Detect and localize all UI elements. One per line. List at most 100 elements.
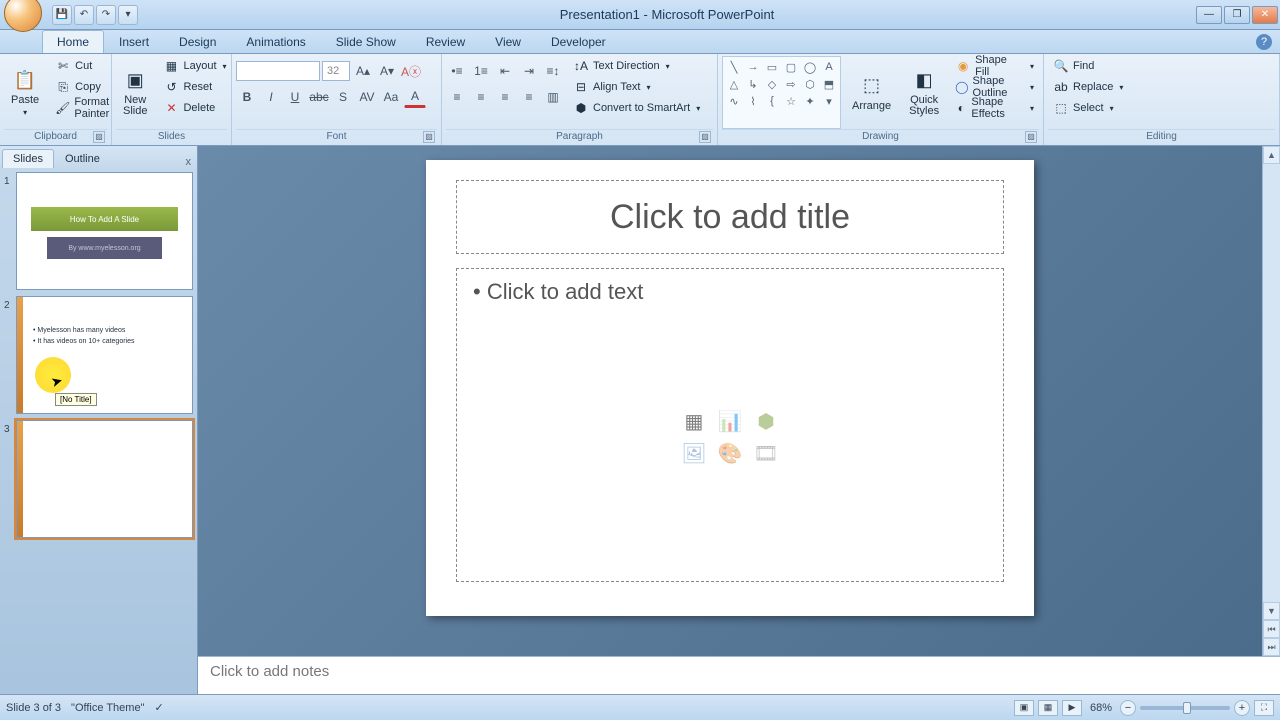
change-case-button[interactable]: Aa (380, 86, 402, 108)
find-button[interactable]: 🔍Find (1048, 56, 1128, 76)
scroll-down-icon[interactable]: ▼ (1263, 602, 1280, 620)
next-slide-icon[interactable]: ⏭ (1263, 638, 1280, 656)
layout-button[interactable]: ▦Layout▾ (158, 56, 231, 76)
normal-view-icon[interactable]: ▣ (1014, 700, 1034, 716)
thumb-2[interactable]: 2 • Myelesson has many videos • It has v… (4, 296, 193, 414)
notes-pane[interactable]: Click to add notes (198, 656, 1280, 694)
fit-window-icon[interactable]: ⛶ (1254, 700, 1274, 716)
copy-button[interactable]: ⎘Copy (50, 77, 115, 97)
columns-button[interactable]: ▥ (542, 86, 564, 108)
insert-table-icon[interactable]: ▦ (677, 406, 711, 436)
thumb-1[interactable]: 1 How To Add A Slide By www.myelesson.or… (4, 172, 193, 290)
insert-clipart-icon[interactable]: 🎨 (713, 438, 747, 468)
redo-icon[interactable]: ↷ (96, 5, 116, 25)
shape-line-icon[interactable]: ╲ (725, 59, 743, 75)
shape-triangle-icon[interactable]: △ (725, 76, 743, 92)
shape-star-icon[interactable]: ☆ (782, 93, 800, 109)
shapes-more-icon[interactable]: ▾ (820, 93, 838, 109)
decrease-font-icon[interactable]: A▾ (376, 60, 398, 82)
shape-text-icon[interactable]: A (820, 59, 838, 75)
shape-callout-icon[interactable]: ⬒ (820, 76, 838, 92)
delete-button[interactable]: ✕Delete (158, 98, 231, 118)
text-direction-button[interactable]: ↕AText Direction▾ (568, 56, 705, 76)
clear-format-icon[interactable]: Aⓧ (400, 60, 422, 82)
numbering-button[interactable]: 1≡ (470, 60, 492, 82)
office-button[interactable] (4, 0, 42, 32)
insert-picture-icon[interactable]: 🖼 (677, 438, 711, 468)
bold-button[interactable]: B (236, 86, 258, 108)
paragraph-launcher-icon[interactable]: ▨ (699, 131, 711, 143)
italic-button[interactable]: I (260, 86, 282, 108)
close-button[interactable]: ✕ (1252, 6, 1278, 24)
thumb-2-canvas[interactable]: • Myelesson has many videos • It has vid… (16, 296, 193, 414)
undo-icon[interactable]: ↶ (74, 5, 94, 25)
line-spacing-button[interactable]: ≡↕ (542, 60, 564, 82)
tab-developer[interactable]: Developer (536, 30, 621, 53)
zoom-slider[interactable] (1140, 706, 1230, 710)
align-text-button[interactable]: ⊟Align Text▾ (568, 77, 705, 97)
shape-curve-icon[interactable]: ∿ (725, 93, 743, 109)
maximize-button[interactable]: ❐ (1224, 6, 1250, 24)
align-left-button[interactable]: ≡ (446, 86, 468, 108)
tab-home[interactable]: Home (42, 30, 104, 53)
insert-smartart-icon[interactable]: ⬢ (749, 406, 783, 436)
arrange-button[interactable]: ⬚ Arrange (845, 56, 898, 129)
tab-review[interactable]: Review (411, 30, 480, 53)
select-button[interactable]: ⬚Select▾ (1048, 98, 1128, 118)
shape-brace-icon[interactable]: { (763, 93, 781, 109)
shape-connector-icon[interactable]: ↳ (744, 76, 762, 92)
shadow-button[interactable]: S (332, 86, 354, 108)
tab-view[interactable]: View (480, 30, 536, 53)
prev-slide-icon[interactable]: ⏮ (1263, 620, 1280, 638)
cut-button[interactable]: ✄Cut (50, 56, 115, 76)
thumb-3-canvas[interactable] (16, 420, 193, 538)
convert-smartart-button[interactable]: ⬢Convert to SmartArt▾ (568, 98, 705, 118)
shapes-gallery[interactable]: ╲ → ▭ ▢ ◯ A △ ↳ ◇ ⇨ ⬡ ⬒ ∿ ⌇ { ☆ ✦ ▾ (722, 56, 841, 129)
tab-design[interactable]: Design (164, 30, 231, 53)
reset-button[interactable]: ↺Reset (158, 77, 231, 97)
strikethrough-button[interactable]: abc (308, 86, 330, 108)
shape-outline-button[interactable]: ◯Shape Outline▾ (950, 77, 1039, 97)
thumb-3[interactable]: 3 (4, 420, 193, 538)
increase-font-icon[interactable]: A▴ (352, 60, 374, 82)
panel-tab-slides[interactable]: Slides (2, 149, 54, 168)
save-icon[interactable]: 💾 (52, 5, 72, 25)
shape-fill-button[interactable]: ◉Shape Fill▾ (950, 56, 1039, 76)
shape-rect-icon[interactable]: ▭ (763, 59, 781, 75)
new-slide-button[interactable]: ▣ New Slide (116, 56, 154, 129)
shape-oval-icon[interactable]: ◯ (801, 59, 819, 75)
char-spacing-button[interactable]: AV (356, 86, 378, 108)
font-color-button[interactable]: A (404, 86, 426, 108)
underline-button[interactable]: U (284, 86, 306, 108)
insert-media-icon[interactable]: 🎞 (749, 438, 783, 468)
increase-indent-button[interactable]: ⇥ (518, 60, 540, 82)
qat-more-icon[interactable]: ▾ (118, 5, 138, 25)
scroll-track[interactable] (1263, 164, 1280, 602)
thumb-1-canvas[interactable]: How To Add A Slide By www.myelesson.org (16, 172, 193, 290)
shape-arrow-icon[interactable]: → (744, 59, 762, 75)
shape-freeform-icon[interactable]: ⌇ (744, 93, 762, 109)
insert-chart-icon[interactable]: 📊 (713, 406, 747, 436)
font-launcher-icon[interactable]: ▨ (423, 131, 435, 143)
title-placeholder[interactable]: Click to add title (456, 180, 1004, 254)
panel-tab-outline[interactable]: Outline (54, 149, 111, 168)
shape-block-arrow-icon[interactable]: ⇨ (782, 76, 800, 92)
shape-round-rect-icon[interactable]: ▢ (782, 59, 800, 75)
font-size-input[interactable]: 32 (322, 61, 350, 81)
clipboard-launcher-icon[interactable]: ▨ (93, 131, 105, 143)
sorter-view-icon[interactable]: ▦ (1038, 700, 1058, 716)
shape-effects-button[interactable]: ◐Shape Effects▾ (950, 98, 1039, 118)
font-name-input[interactable] (236, 61, 320, 81)
justify-button[interactable]: ≡ (518, 86, 540, 108)
quick-styles-button[interactable]: ◧ Quick Styles (902, 56, 946, 129)
replace-button[interactable]: abReplace▾ (1048, 77, 1128, 97)
tab-slideshow[interactable]: Slide Show (321, 30, 411, 53)
vertical-scrollbar[interactable]: ▲ ▼ ⏮ ⏭ (1262, 146, 1280, 656)
help-icon[interactable]: ? (1256, 34, 1272, 50)
tab-insert[interactable]: Insert (104, 30, 164, 53)
decrease-indent-button[interactable]: ⇤ (494, 60, 516, 82)
spellcheck-icon[interactable]: ✓ (154, 701, 163, 714)
scroll-up-icon[interactable]: ▲ (1263, 146, 1280, 164)
shape-hex-icon[interactable]: ⬡ (801, 76, 819, 92)
minimize-button[interactable]: — (1196, 6, 1222, 24)
